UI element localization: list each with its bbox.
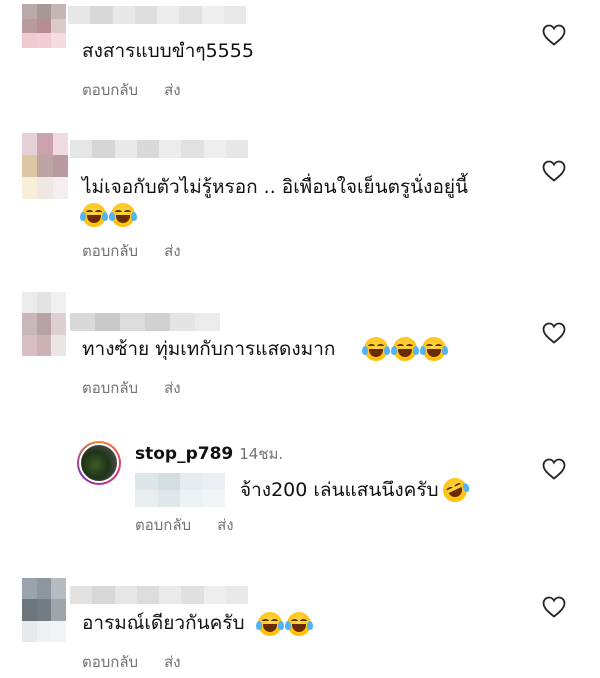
heart-icon[interactable]: [542, 322, 566, 344]
heart-icon[interactable]: [542, 24, 566, 46]
reply-username[interactable]: stop_p789 14ชม.: [135, 442, 283, 466]
reply-button[interactable]: ตอบกลับ: [82, 650, 138, 674]
share-button[interactable]: ส่ง: [164, 650, 180, 674]
heart-icon[interactable]: [542, 458, 566, 480]
reply-button[interactable]: ตอบกลับ: [82, 239, 138, 263]
username-blurred[interactable]: [68, 6, 246, 24]
reply-text-row: จ้าง200 เล่นแสนนึงครับ: [240, 474, 471, 506]
avatar[interactable]: [77, 441, 121, 485]
face-with-tears-of-joy-icon: [256, 612, 284, 636]
reply-text: จ้าง200 เล่นแสนนึงครับ: [240, 479, 439, 501]
comment-text: ทางซ้าย ทุ่มเทกับการแสดงมาก: [82, 338, 336, 360]
avatar[interactable]: [22, 133, 68, 199]
comment-text: ไม่เจอกับตัวไม่รู้หรอก .. อิเพื่อนใจเย็น…: [82, 176, 468, 198]
face-with-tears-of-joy-icon: [109, 203, 137, 227]
heart-icon[interactable]: [542, 596, 566, 618]
face-with-tears-of-joy-icon: [285, 612, 313, 636]
face-with-tears-of-joy-icon: [80, 203, 108, 227]
reply-button[interactable]: ตอบกลับ: [82, 376, 138, 400]
face-with-tears-of-joy-icon: [420, 337, 448, 361]
avatar[interactable]: [22, 292, 66, 356]
username-blurred[interactable]: [70, 586, 248, 604]
username[interactable]: stop_p789: [135, 444, 233, 464]
reply-button[interactable]: ตอบกลับ: [82, 78, 138, 102]
heart-icon[interactable]: [542, 160, 566, 182]
timestamp: 14ชม.: [239, 445, 284, 463]
avatar[interactable]: [22, 4, 66, 48]
face-with-tears-of-joy-icon: [391, 337, 419, 361]
emoji-row: [362, 337, 448, 361]
username-blurred[interactable]: [70, 140, 248, 158]
comment-text: อารมณ์เดียวกันครับ: [82, 612, 245, 634]
share-button[interactable]: ส่ง: [164, 376, 180, 400]
face-with-tears-of-joy-icon: [362, 337, 390, 361]
rolling-on-the-floor-laughing-icon: [438, 474, 471, 506]
emoji-row: [256, 612, 313, 636]
avatar[interactable]: [22, 578, 66, 642]
emoji-row: [80, 203, 137, 227]
reply-button[interactable]: ตอบกลับ: [135, 513, 191, 537]
share-button[interactable]: ส่ง: [217, 513, 233, 537]
mention-blurred[interactable]: [135, 473, 225, 507]
share-button[interactable]: ส่ง: [164, 78, 180, 102]
comment-text: สงสารแบบขำๆ5555: [82, 40, 254, 62]
username-blurred[interactable]: [70, 313, 220, 331]
share-button[interactable]: ส่ง: [164, 239, 180, 263]
